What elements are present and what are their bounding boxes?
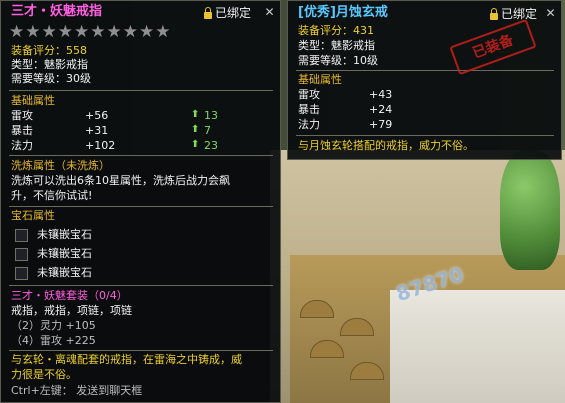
stat-name: 法力 — [11, 139, 33, 152]
stat-value: +43 — [369, 88, 393, 101]
base-stats-header: 基础属性 — [11, 94, 55, 107]
set-header: 三才・妖魅套装（0/4） — [11, 289, 128, 302]
refine-header: 洗炼属性（未洗炼） — [11, 159, 110, 172]
item-title: [优秀]月蚀玄戒 — [298, 5, 388, 20]
ctrl-click-hint: Ctrl+左键： 发送到聊天框 — [11, 384, 143, 397]
star-icon: ★ — [74, 22, 90, 42]
gem-status: 未镶嵌宝石 — [37, 266, 92, 279]
stat-value: +31 — [85, 124, 109, 137]
gem-slot-icon — [15, 229, 28, 242]
star-icon: ★ — [90, 22, 106, 42]
required-level: 需要等级：10级 — [298, 54, 378, 67]
stat-bonus: 7 — [204, 124, 211, 137]
gem-slot-icon — [15, 248, 28, 261]
gem-header: 宝石属性 — [11, 209, 55, 222]
divider — [9, 350, 273, 351]
stat-value: +102 — [85, 139, 116, 152]
star-icon: ★ — [155, 22, 171, 42]
star-icon: ★ — [139, 22, 155, 42]
item-title: 三才・妖魅戒指 — [11, 4, 103, 19]
star-icon: ★ — [106, 22, 122, 42]
stat-name: 雷攻 — [11, 109, 33, 122]
item-type: 类型：魅影戒指 — [11, 58, 88, 71]
stat-bonus: 23 — [204, 139, 218, 152]
stat-bonus: 13 — [204, 109, 218, 122]
dragon-statue — [500, 150, 560, 270]
item-type: 类型：魅影戒指 — [298, 39, 375, 52]
close-icon[interactable]: ✕ — [263, 6, 276, 19]
bind-status: 已绑定 — [215, 6, 252, 20]
up-arrow-icon: ⬆ — [191, 109, 200, 120]
equip-rating: 装备评分：558 — [11, 44, 87, 57]
stat-name: 雷攻 — [298, 88, 320, 101]
divider — [9, 155, 273, 156]
star-rating: ★ ★ ★ ★ ★ ★ ★ ★ ★ ★ — [9, 22, 171, 42]
bind-status: 已绑定 — [501, 7, 538, 21]
divider — [296, 135, 554, 136]
gem-status: 未镶嵌宝石 — [37, 228, 92, 241]
stat-value: +24 — [369, 103, 393, 116]
star-icon: ★ — [25, 22, 41, 42]
equip-rating: 装备评分：431 — [298, 24, 374, 37]
stat-name: 法力 — [298, 118, 320, 131]
stat-name: 暴击 — [298, 103, 320, 116]
divider — [9, 206, 273, 207]
refine-description: 升，不信你试试! — [11, 189, 93, 202]
star-icon: ★ — [9, 22, 25, 42]
star-icon: ★ — [57, 22, 73, 42]
divider — [9, 90, 273, 91]
gem-slot-icon — [15, 267, 28, 280]
set-bonus: （4）雷攻 +225 — [11, 334, 96, 347]
item-description: 力很是不俗。 — [11, 368, 77, 381]
required-level: 需要等级：30级 — [11, 72, 91, 85]
lock-icon — [204, 7, 212, 19]
stat-value: +79 — [369, 118, 393, 131]
star-icon: ★ — [122, 22, 138, 42]
stat-value: +56 — [85, 109, 109, 122]
item-tooltip-equipped-candidate: 三才・妖魅戒指 已绑定 ✕ ★ ★ ★ ★ ★ ★ ★ ★ ★ ★ 装备评分：5… — [0, 0, 281, 403]
divider — [9, 285, 273, 286]
close-icon[interactable]: ✕ — [544, 7, 557, 20]
set-bonus: （2）灵力 +105 — [11, 319, 96, 332]
lock-icon — [490, 8, 498, 20]
up-arrow-icon: ⬆ — [191, 139, 200, 150]
item-description: 与月蚀玄轮搭配的戒指，威力不俗。 — [298, 139, 474, 152]
base-stats-header: 基础属性 — [298, 73, 342, 86]
stat-name: 暴击 — [11, 124, 33, 137]
scene-wall — [390, 290, 565, 403]
divider — [296, 70, 554, 71]
refine-description: 洗炼可以洗出6条10星属性，洗炼后战力会飙 — [11, 174, 230, 187]
gem-status: 未镶嵌宝石 — [37, 247, 92, 260]
item-description: 与玄轮・离魂配套的戒指，在雷海之中铸成，威 — [11, 353, 242, 366]
star-icon: ★ — [41, 22, 57, 42]
set-pieces: 戒指，戒指，项链，项链 — [11, 304, 132, 317]
up-arrow-icon: ⬆ — [191, 124, 200, 135]
